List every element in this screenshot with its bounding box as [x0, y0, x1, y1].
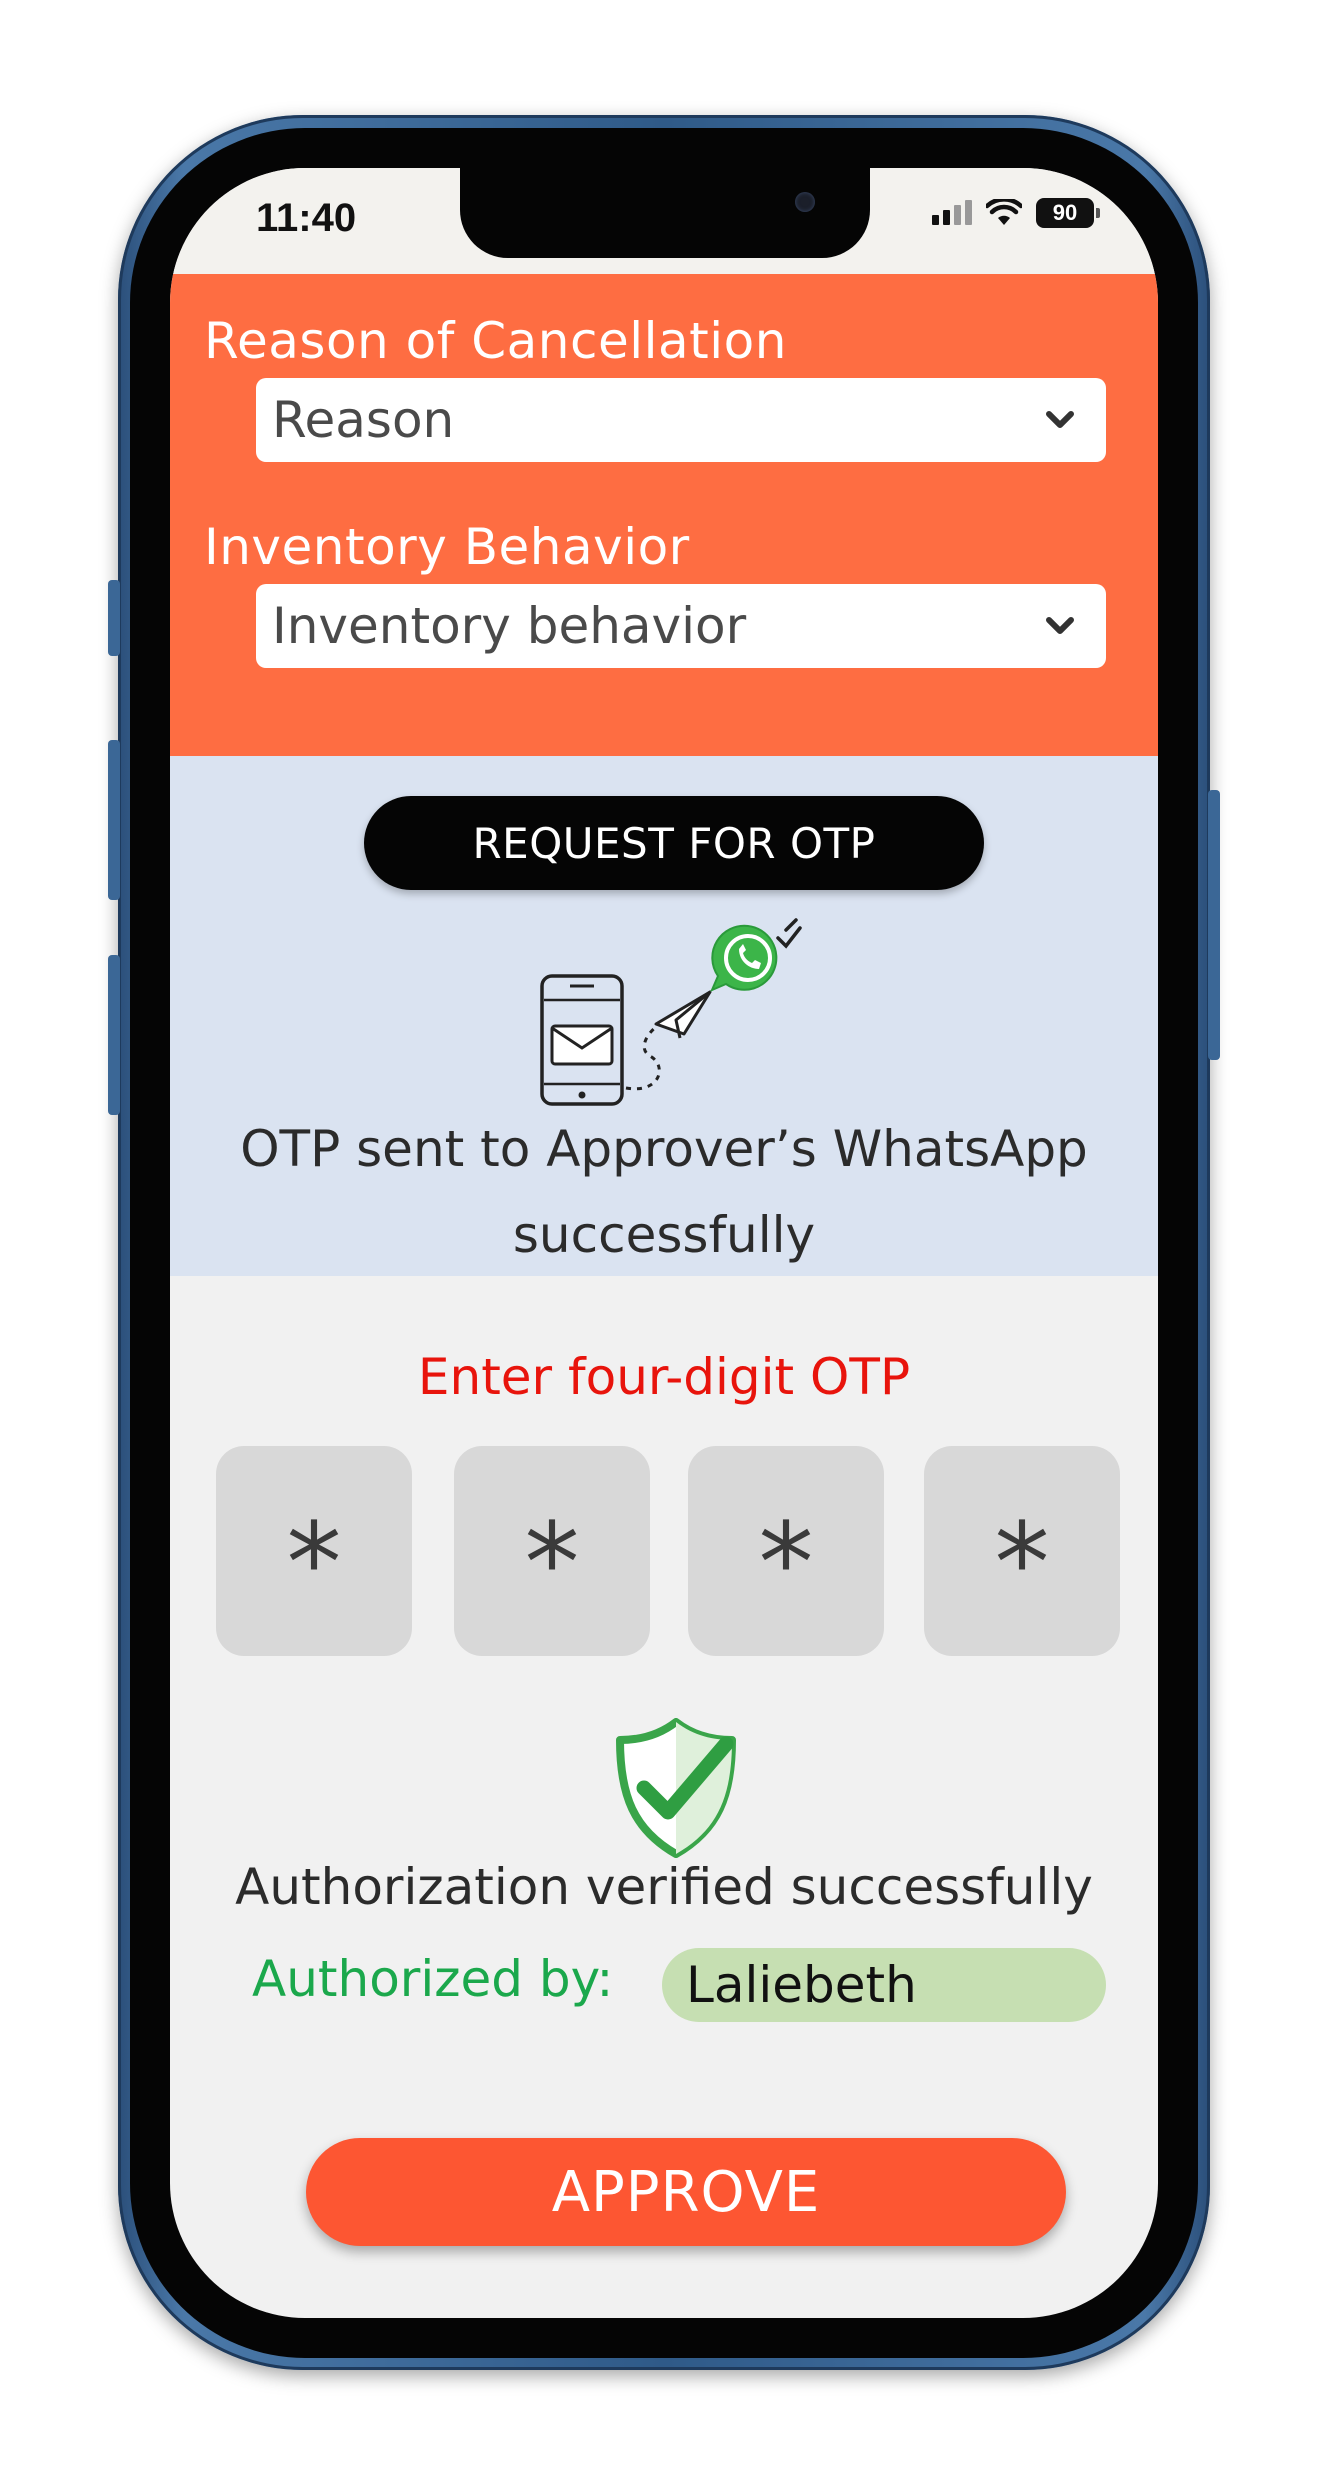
authorized-by-name: Laliebeth: [662, 1948, 1106, 2022]
reason-label: Reason of Cancellation: [204, 312, 787, 370]
wifi-icon: [986, 199, 1022, 225]
camera-icon: [795, 192, 815, 212]
cancellation-form: Reason of Cancellation Reason Inventory …: [170, 274, 1158, 756]
otp-sent-message-line1: OTP sent to Approver’s WhatsApp: [240, 1120, 1088, 1178]
otp-sent-illustration: [540, 918, 802, 1106]
page: 11:40 90 Reason of Cancellation Reason I…: [0, 0, 1328, 2485]
signal-icon: [932, 200, 972, 225]
mute-switch: [108, 580, 120, 656]
shield-check-icon: [616, 1718, 736, 1858]
otp-digit-3[interactable]: *: [688, 1446, 884, 1656]
double-check-icon: [776, 918, 802, 949]
paper-plane-icon: [654, 990, 712, 1039]
status-icons: 90: [932, 198, 1100, 228]
envelope-phone-icon: [540, 974, 624, 1106]
status-bar: 11:40 90: [170, 168, 1158, 274]
otp-sent-message: OTP sent to Approver’s WhatsApp successf…: [170, 1106, 1158, 1278]
volume-down-button: [108, 955, 120, 1115]
otp-sent-message-line2: successfully: [512, 1206, 816, 1264]
chevron-down-icon: [1046, 617, 1074, 634]
phone-screen: 11:40 90 Reason of Cancellation Reason I…: [170, 168, 1158, 2318]
inventory-label: Inventory Behavior: [204, 518, 690, 576]
request-otp-button[interactable]: REQUEST FOR OTP: [364, 796, 984, 890]
notch: [460, 168, 870, 258]
otp-request-panel: REQUEST FOR OTP OTP sent to Approver’s W…: [170, 756, 1158, 1276]
inventory-select[interactable]: Inventory behavior: [256, 584, 1106, 668]
whatsapp-icon: [710, 924, 778, 992]
power-button: [1208, 790, 1220, 1060]
reason-select-value: Reason: [272, 391, 455, 449]
authorized-by-label: Authorized by:: [252, 1950, 614, 2008]
otp-digit-4[interactable]: *: [924, 1446, 1120, 1656]
otp-digit-1[interactable]: *: [216, 1446, 412, 1656]
chevron-down-icon: [1046, 411, 1074, 428]
volume-up-button: [108, 740, 120, 900]
authorization-status: Authorization verified successfully: [235, 1858, 1093, 1916]
inventory-select-value: Inventory behavior: [272, 597, 747, 655]
reason-select[interactable]: Reason: [256, 378, 1106, 462]
battery-icon: 90: [1036, 198, 1100, 228]
otp-digit-2[interactable]: *: [454, 1446, 650, 1656]
otp-entry-label: Enter four-digit OTP: [417, 1348, 911, 1406]
approve-button[interactable]: APPROVE: [306, 2138, 1066, 2246]
status-time: 11:40: [256, 196, 357, 240]
